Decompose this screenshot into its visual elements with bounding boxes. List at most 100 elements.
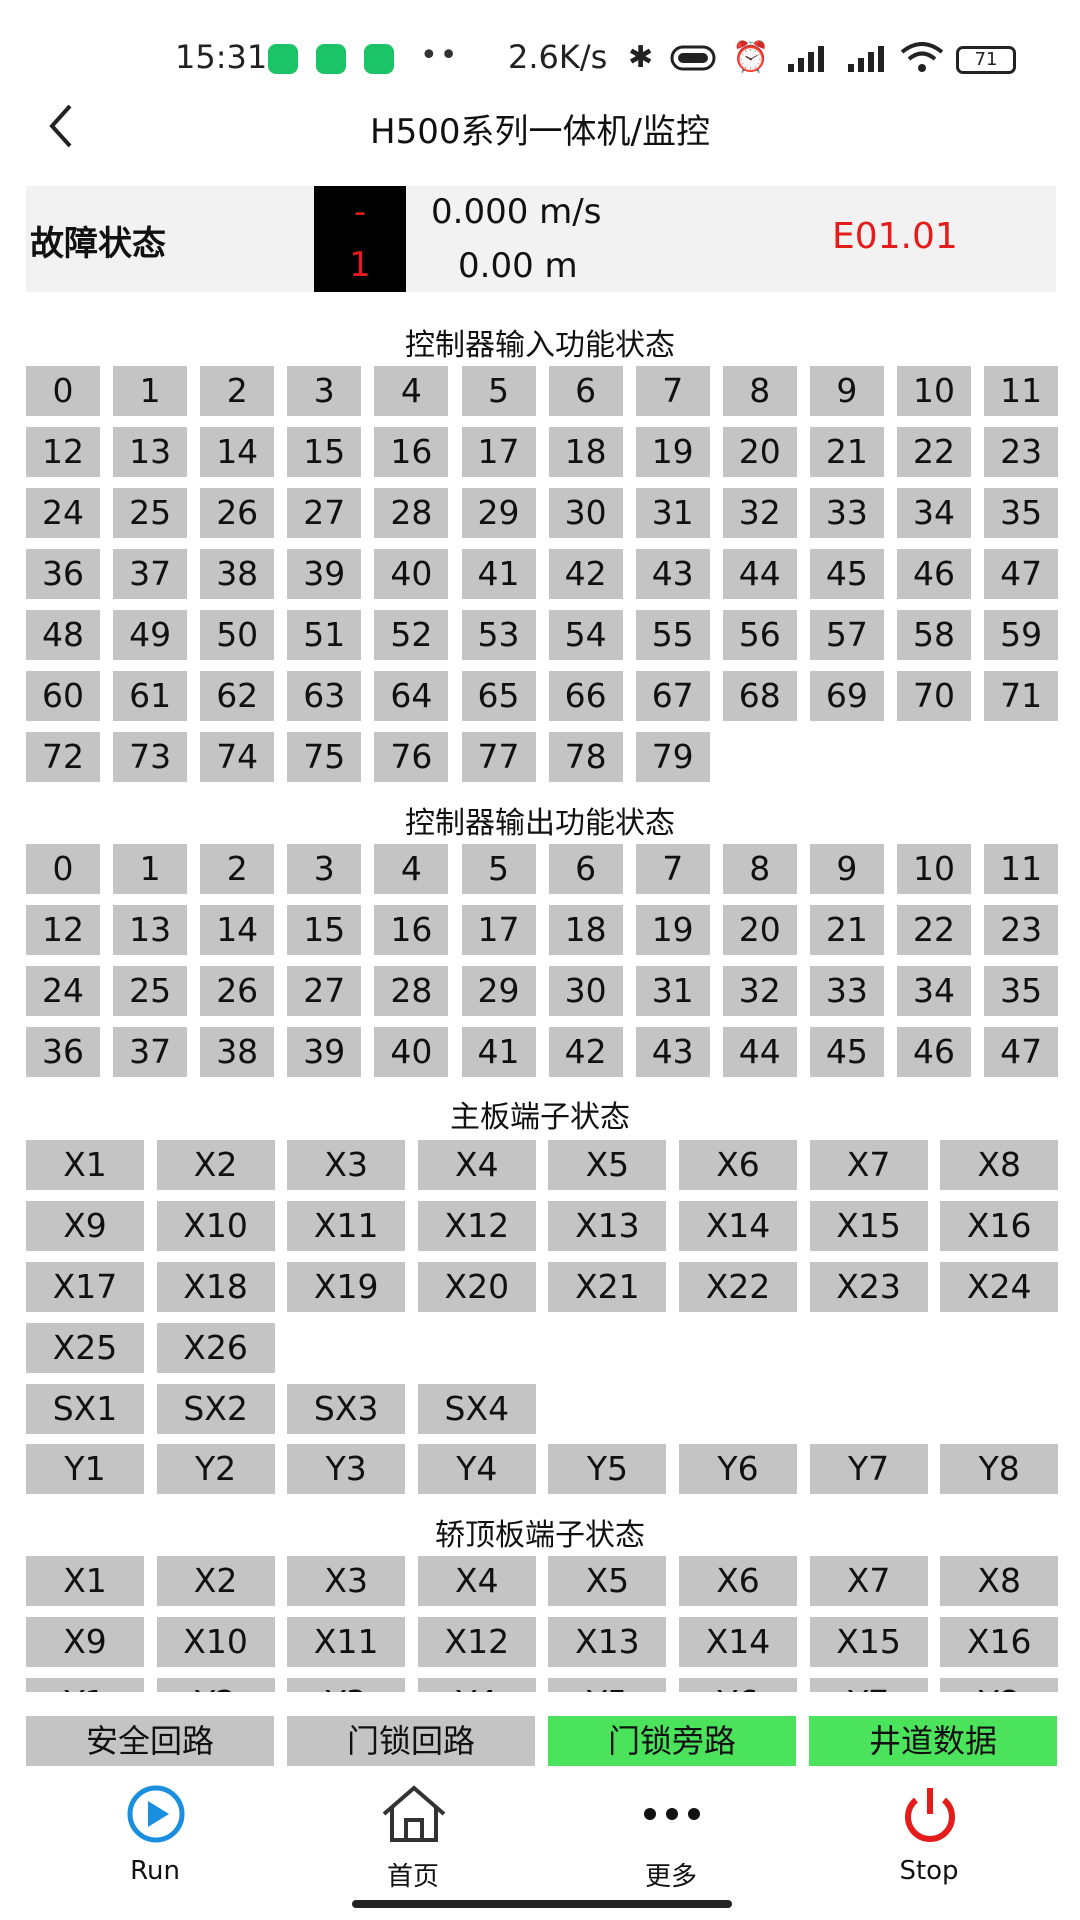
nav-run-label: Run xyxy=(130,1856,180,1886)
input-status-cell: 62 xyxy=(200,671,275,721)
input-status-cell: 69 xyxy=(809,671,884,721)
car-y-terminal-cell: Y4 xyxy=(417,1678,536,1692)
output-status-cell: 30 xyxy=(548,966,623,1016)
board-x-terminal-cell: X26 xyxy=(156,1323,275,1373)
output-status-cell: 7 xyxy=(635,844,710,894)
input-status-cell: 1 xyxy=(113,366,188,416)
input-status-cell: 32 xyxy=(722,488,797,538)
board-section-title: 主板端子状态 xyxy=(450,1100,630,1135)
input-status-cell: 7 xyxy=(635,366,710,416)
output-status-cell: 45 xyxy=(809,1027,884,1077)
input-status-cell: 64 xyxy=(374,671,449,721)
board-x-terminal-cell: X13 xyxy=(548,1201,667,1251)
input-status-cell: 63 xyxy=(287,671,362,721)
output-status-cell: 21 xyxy=(809,905,884,955)
output-status-cell: 41 xyxy=(461,1027,536,1077)
output-status-cell: 40 xyxy=(374,1027,449,1077)
input-status-cell: 3 xyxy=(287,366,362,416)
board-x-terminal-cell: X6 xyxy=(679,1140,797,1190)
board-x-terminal-cell: X18 xyxy=(156,1262,275,1312)
car-x-terminal-cell: X6 xyxy=(679,1556,797,1606)
input-status-cell: 66 xyxy=(548,671,623,721)
nav-home-label: 首页 xyxy=(386,1862,439,1892)
battery-icon: 71 xyxy=(956,46,1016,74)
car-x-terminal-cell: X16 xyxy=(940,1617,1059,1667)
car-y-terminal-cell: Y7 xyxy=(809,1678,928,1692)
output-status-cell: 23 xyxy=(984,905,1059,955)
input-status-cell: 12 xyxy=(26,427,100,477)
output-status-cell: 11 xyxy=(984,844,1059,894)
input-status-cell: 54 xyxy=(548,610,623,660)
input-status-cell: 74 xyxy=(200,732,275,782)
car-y-terminal-cell: Y3 xyxy=(287,1678,406,1692)
car-speed: 0.000 m/s xyxy=(431,192,602,232)
input-status-cell: 49 xyxy=(113,610,188,660)
output-status-cell: 44 xyxy=(722,1027,797,1077)
car-terminal-scroll[interactable]: X1 X2 X3 X4 X5 X6 X7 X8 X9 X10 X11 X12 X13 X14 X15 X16 … xyxy=(0,1540,1080,1692)
car-x-terminal-cell: X10 xyxy=(156,1617,275,1667)
output-status-cell: 15 xyxy=(287,905,362,955)
nav-run[interactable]: Run xyxy=(80,1780,230,1890)
input-status-cell: 9 xyxy=(809,366,884,416)
input-status-cell: 42 xyxy=(548,549,623,599)
input-status-cell: 79 xyxy=(635,732,710,782)
output-status-cell: 2 xyxy=(200,844,275,894)
output-status-cell: 33 xyxy=(809,966,884,1016)
nav-more[interactable]: 更多 xyxy=(596,1780,746,1892)
output-status-cell: 29 xyxy=(461,966,536,1016)
hd-signal-icon xyxy=(780,42,828,82)
car-x-terminal-cell: X8 xyxy=(940,1556,1059,1606)
output-status-cell: 28 xyxy=(374,966,449,1016)
door-lock-circuit-button[interactable]: 门锁回路 xyxy=(287,1716,535,1766)
input-status-cell: 46 xyxy=(897,549,971,599)
output-status-cell: 34 xyxy=(897,966,971,1016)
nav-stop[interactable]: Stop xyxy=(854,1780,1004,1890)
input-status-cell: 4 xyxy=(374,366,449,416)
input-status-cell: 26 xyxy=(200,488,275,538)
input-status-cell: 2 xyxy=(200,366,275,416)
board-y-terminal-cell: Y1 xyxy=(26,1444,144,1494)
car-y-terminal-cell: Y1 xyxy=(26,1678,144,1692)
home-indicator xyxy=(352,1900,732,1908)
input-status-cell: 19 xyxy=(635,427,710,477)
nav-home[interactable]: 首页 xyxy=(338,1780,488,1892)
input-status-cell: 13 xyxy=(113,427,188,477)
nav-stop-label: Stop xyxy=(899,1856,959,1886)
more-notifications-icon: •• xyxy=(420,38,460,73)
input-status-cell: 18 xyxy=(548,427,623,477)
board-x-terminal-cell: X12 xyxy=(417,1201,536,1251)
input-status-cell: 55 xyxy=(635,610,710,660)
output-status-cell: 36 xyxy=(26,1027,100,1077)
board-x-terminal-cell: X14 xyxy=(679,1201,797,1251)
board-x-terminal-cell: X22 xyxy=(679,1262,797,1312)
input-status-cell: 44 xyxy=(722,549,797,599)
board-sx-terminal-cell: SX3 xyxy=(287,1384,406,1434)
input-status-cell: 68 xyxy=(722,671,797,721)
input-status-cell: 38 xyxy=(200,549,275,599)
input-status-cell: 51 xyxy=(287,610,362,660)
output-status-cell: 39 xyxy=(287,1027,362,1077)
board-sx-terminal-cell: SX1 xyxy=(26,1384,144,1434)
input-section-title: 控制器输入功能状态 xyxy=(405,328,675,363)
door-lock-bypass-button[interactable]: 门锁旁路 xyxy=(548,1716,796,1766)
output-status-cell: 4 xyxy=(374,844,449,894)
shaft-data-button[interactable]: 井道数据 xyxy=(809,1716,1057,1766)
board-x-terminal-cell: X25 xyxy=(26,1323,144,1373)
wifi-icon xyxy=(900,42,944,82)
board-x-terminal-cell: X21 xyxy=(548,1262,667,1312)
output-status-cell: 17 xyxy=(461,905,536,955)
board-y-terminal-cell: Y6 xyxy=(679,1444,797,1494)
output-status-cell: 37 xyxy=(113,1027,188,1077)
car-y-terminal-cell: Y5 xyxy=(548,1678,667,1692)
fault-panel: 故障状态 - 1 0.000 m/s 0.00 m E01.01 xyxy=(26,186,1056,292)
title-bar: H500系列一体机/监控 xyxy=(0,90,1080,170)
board-x-terminal-cell: X3 xyxy=(287,1140,406,1190)
safety-circuit-button[interactable]: 安全回路 xyxy=(26,1716,274,1766)
board-y-terminal-cell: Y8 xyxy=(940,1444,1059,1494)
input-status-cell: 11 xyxy=(984,366,1059,416)
input-status-cell: 23 xyxy=(984,427,1059,477)
car-x-terminal-cell: X4 xyxy=(417,1556,536,1606)
output-status-cell: 12 xyxy=(26,905,100,955)
output-status-cell: 19 xyxy=(635,905,710,955)
input-status-cell: 6 xyxy=(548,366,623,416)
